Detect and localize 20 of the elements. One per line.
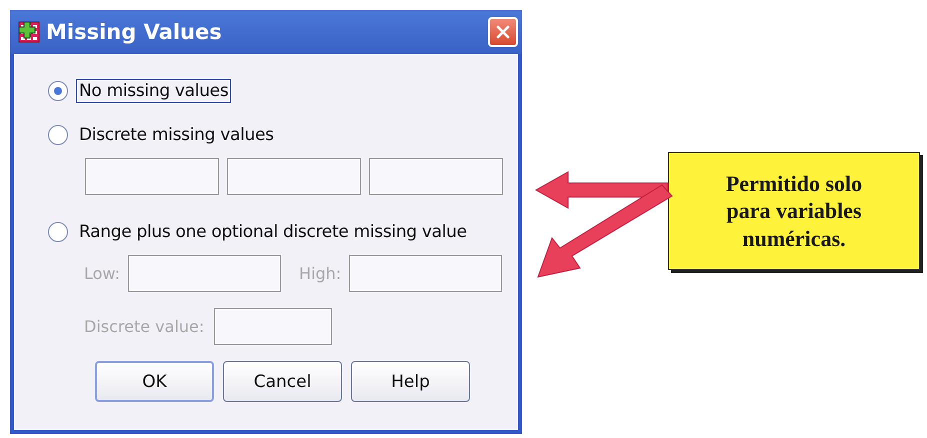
dialog-button[interactable]: Help [351, 361, 470, 402]
dialog-button[interactable]: OK [95, 361, 214, 402]
field-label: Discrete value: [84, 317, 204, 336]
close-icon [496, 25, 510, 39]
radio-label[interactable]: Discrete missing values [76, 123, 277, 147]
radio-button[interactable] [48, 81, 68, 101]
radio-label[interactable]: No missing values [76, 79, 232, 103]
radio-button[interactable] [48, 125, 68, 145]
close-button[interactable] [488, 17, 518, 47]
input-field[interactable] [128, 255, 282, 292]
radio-label[interactable]: Range plus one optional discrete missing value [76, 220, 470, 244]
grid-plus-icon [18, 21, 40, 43]
window-title: Missing Values [46, 20, 223, 44]
radio-button[interactable] [48, 222, 68, 242]
dialog-button[interactable]: Cancel [223, 361, 342, 402]
field-label: Low: [84, 264, 120, 283]
field-label: High: [299, 264, 342, 283]
input-field[interactable] [214, 308, 332, 345]
callout-text: Permitido solo para variables numéricas. [726, 170, 862, 252]
input-field[interactable] [349, 255, 502, 292]
